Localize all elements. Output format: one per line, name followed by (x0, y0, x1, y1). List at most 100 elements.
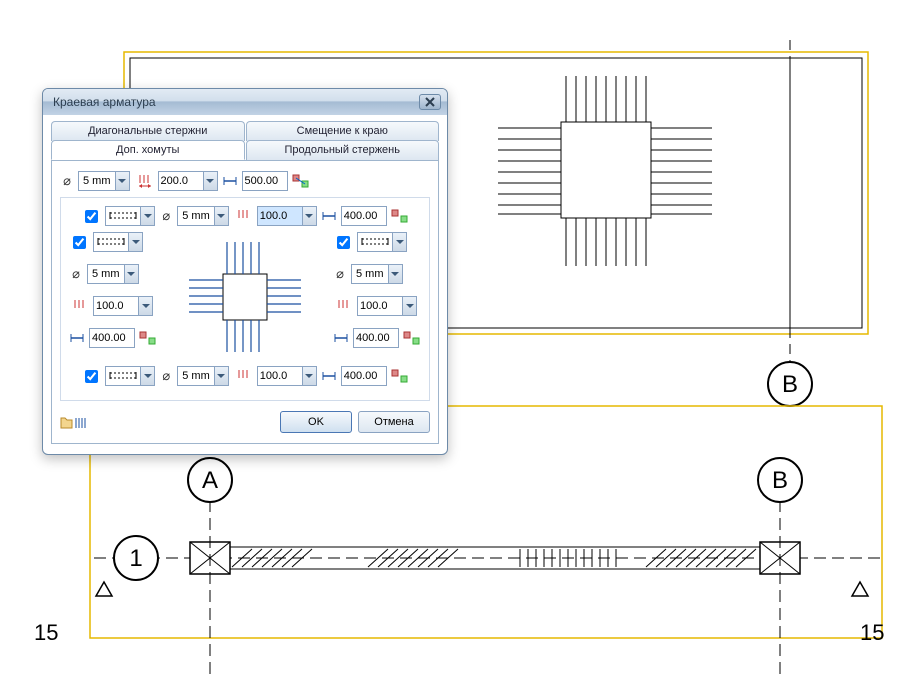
top-side-row: ⌀ 5 mm (69, 206, 421, 226)
top-pattern-dropdown[interactable] (105, 206, 155, 226)
dropdown-arrow-icon[interactable] (203, 172, 217, 190)
right-diameter-dropdown[interactable]: 5 mm (351, 264, 403, 284)
right-side-column: ⌀ 5 mm (333, 232, 421, 354)
spacing-icon (73, 298, 87, 314)
svg-text:A: A (202, 467, 218, 494)
dropdown-arrow-icon[interactable] (124, 265, 138, 283)
dropdown-arrow-icon[interactable] (402, 297, 416, 315)
top-diameter-dropdown[interactable]: 5 mm (177, 206, 229, 226)
close-icon (425, 97, 435, 107)
dialog-titlebar[interactable]: Краевая арматура (43, 89, 447, 115)
pick-length-icon[interactable] (391, 368, 409, 384)
right-length-input[interactable] (354, 329, 398, 347)
left-side-column: ⌀ 5 mm (69, 232, 157, 354)
length-icon (321, 208, 337, 224)
dropdown-arrow-icon[interactable] (388, 265, 402, 283)
bottom-length-input[interactable] (342, 367, 386, 385)
spacing-input[interactable] (159, 172, 203, 190)
dropdown-arrow-icon[interactable] (140, 207, 154, 225)
spacing-icon (138, 173, 152, 189)
right-spacing-input-box[interactable] (357, 296, 417, 316)
top-length-input[interactable] (342, 207, 386, 225)
dropdown-arrow-icon[interactable] (115, 172, 129, 190)
ok-button[interactable]: OK (280, 411, 352, 433)
bottom-diameter-dropdown[interactable]: 5 mm (177, 366, 229, 386)
dropdown-arrow-icon[interactable] (138, 297, 152, 315)
load-save-icon[interactable] (60, 413, 88, 431)
cancel-button[interactable]: Отмена (358, 411, 430, 433)
spacing-icon (237, 208, 251, 224)
dropdown-arrow-icon[interactable] (302, 207, 316, 225)
right-spacing-input[interactable] (358, 297, 402, 315)
right-pattern-dropdown[interactable] (357, 232, 407, 252)
pattern-icon (106, 207, 140, 225)
left-diameter-dropdown[interactable]: 5 mm (87, 264, 139, 284)
tab-longitudinal-bar[interactable]: Продольный стержень (246, 140, 440, 160)
tab-strip: Диагональные стержни Смещение к краю Доп… (51, 121, 439, 444)
spacing-input-box[interactable] (158, 171, 218, 191)
dropdown-arrow-icon[interactable] (128, 233, 142, 251)
pattern-icon (358, 233, 392, 251)
svg-text:15: 15 (34, 620, 58, 645)
top-spacing-input-box[interactable] (257, 206, 317, 226)
diameter-value: 5 mm (178, 367, 214, 385)
right-length-input-box[interactable] (353, 328, 399, 348)
length-input[interactable] (243, 172, 287, 190)
edge-reinforcement-dialog: Краевая арматура Диагональные стержни См… (42, 88, 448, 455)
dropdown-arrow-icon[interactable] (140, 367, 154, 385)
pick-length-icon[interactable] (403, 330, 421, 346)
left-spacing-input-box[interactable] (93, 296, 153, 316)
bottom-side-row: ⌀ 5 mm (69, 366, 421, 386)
diameter-icon: ⌀ (159, 368, 173, 384)
bottom-pattern-dropdown[interactable] (105, 366, 155, 386)
spacing-icon (237, 368, 251, 384)
global-bar-row: ⌀ 5 mm (60, 171, 430, 191)
bottom-length-input-box[interactable] (341, 366, 387, 386)
top-length-input-box[interactable] (341, 206, 387, 226)
bottom-enabled-checkbox[interactable] (85, 370, 98, 383)
length-icon (222, 173, 238, 189)
top-spacing-input[interactable] (258, 207, 302, 225)
pick-length-icon[interactable] (391, 208, 409, 224)
dropdown-arrow-icon[interactable] (302, 367, 316, 385)
length-icon (69, 330, 85, 346)
tab-extra-stirrups[interactable]: Доп. хомуты (51, 140, 245, 160)
close-button[interactable] (419, 94, 441, 110)
svg-text:1: 1 (129, 545, 142, 572)
bottom-spacing-input-box[interactable] (257, 366, 317, 386)
dropdown-arrow-icon[interactable] (214, 207, 228, 225)
pick-length-icon[interactable] (139, 330, 157, 346)
left-enabled-checkbox[interactable] (73, 236, 86, 249)
pick-length-icon[interactable] (292, 173, 310, 189)
diameter-dropdown[interactable]: 5 mm (78, 171, 130, 191)
bottom-spacing-input[interactable] (258, 367, 302, 385)
column-sketch-icon (185, 232, 305, 362)
left-length-input-box[interactable] (89, 328, 135, 348)
length-input-box[interactable] (242, 171, 288, 191)
length-icon (321, 368, 337, 384)
svg-text:B: B (772, 467, 788, 494)
diameter-icon: ⌀ (69, 266, 83, 282)
diameter-icon: ⌀ (60, 173, 74, 189)
dialog-button-bar: OK Отмена (60, 411, 430, 433)
svg-text:B: B (782, 371, 798, 398)
left-spacing-input[interactable] (94, 297, 138, 315)
tab-edge-offset[interactable]: Смещение к краю (246, 121, 440, 141)
left-length-input[interactable] (90, 329, 134, 347)
dropdown-arrow-icon[interactable] (392, 233, 406, 251)
diameter-icon: ⌀ (333, 266, 347, 282)
diameter-icon: ⌀ (159, 208, 173, 224)
diameter-value: 5 mm (79, 172, 115, 190)
top-enabled-checkbox[interactable] (85, 210, 98, 223)
dropdown-arrow-icon[interactable] (214, 367, 228, 385)
diameter-value: 5 mm (88, 265, 124, 283)
tab-diagonal-bars[interactable]: Диагональные стержни (51, 121, 245, 141)
spacing-icon (337, 298, 351, 314)
tab-panel: ⌀ 5 mm (51, 160, 439, 444)
left-pattern-dropdown[interactable] (93, 232, 143, 252)
pattern-icon (94, 233, 128, 251)
svg-text:15: 15 (860, 620, 884, 645)
diameter-value: 5 mm (352, 265, 388, 283)
dialog-title: Краевая арматура (53, 95, 419, 109)
right-enabled-checkbox[interactable] (337, 236, 350, 249)
